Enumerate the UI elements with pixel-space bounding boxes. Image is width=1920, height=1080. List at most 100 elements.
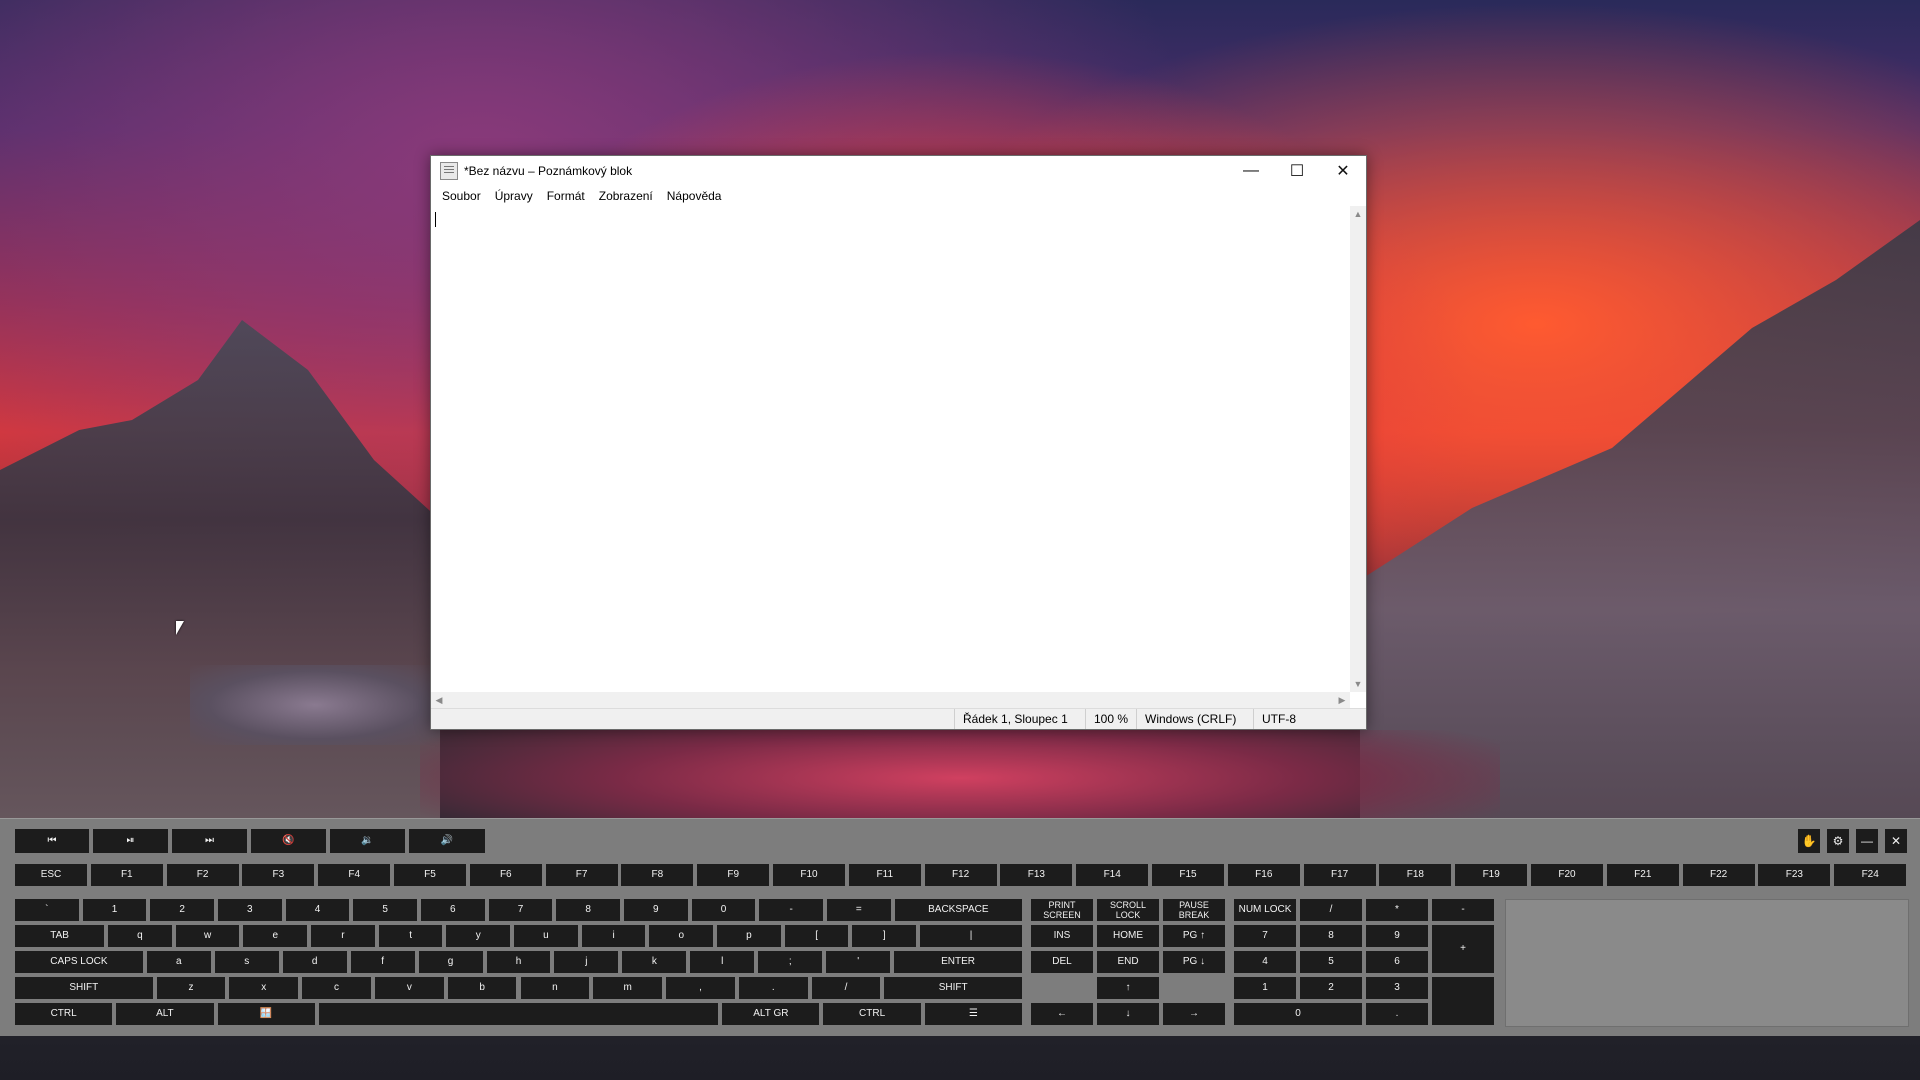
numpad-7-key[interactable]: 7: [1234, 925, 1296, 947]
key-i[interactable]: i: [581, 925, 646, 947]
menu-help[interactable]: Nápověda: [660, 189, 729, 203]
left-ctrl-key[interactable]: CTRL: [15, 1003, 113, 1025]
volume-up-key[interactable]: 🔊: [409, 829, 485, 853]
arrow-right-key[interactable]: →: [1163, 1003, 1225, 1025]
numpad-minus-key[interactable]: -: [1432, 899, 1494, 921]
slash-key[interactable]: /: [811, 977, 881, 999]
alt-gr-key[interactable]: ALT GR: [722, 1003, 820, 1025]
function-key-f24[interactable]: F24: [1834, 864, 1907, 886]
numpad-1-key[interactable]: 1: [1234, 977, 1296, 999]
key-a[interactable]: a: [146, 951, 211, 973]
function-key-f10[interactable]: F10: [773, 864, 845, 886]
function-key-f8[interactable]: F8: [621, 864, 694, 886]
page-down-key[interactable]: PG ↓: [1163, 951, 1225, 973]
numpad-4-key[interactable]: 4: [1234, 951, 1296, 973]
left-bracket-key[interactable]: [: [784, 925, 849, 947]
key-s[interactable]: s: [214, 951, 279, 973]
numpad-5-key[interactable]: 5: [1300, 951, 1362, 973]
numpad-decimal-key[interactable]: .: [1366, 1003, 1428, 1025]
numpad-plus-key[interactable]: +: [1432, 925, 1494, 973]
key-7[interactable]: 7: [488, 899, 553, 921]
numpad-divide-key[interactable]: /: [1300, 899, 1362, 921]
tab-key[interactable]: TAB: [15, 925, 105, 947]
title-bar[interactable]: *Bez názvu – Poznámkový blok — ☐ ✕: [431, 156, 1366, 186]
key-z[interactable]: z: [156, 977, 226, 999]
function-key-f12[interactable]: F12: [924, 864, 997, 886]
numpad-multiply-key[interactable]: *: [1366, 899, 1428, 921]
function-key-f2[interactable]: F2: [166, 864, 239, 886]
key-e[interactable]: e: [243, 925, 308, 947]
arrow-down-key[interactable]: ↓: [1097, 1003, 1159, 1025]
maximize-button[interactable]: ☐: [1274, 156, 1320, 186]
period-key[interactable]: .: [738, 977, 808, 999]
media-play-pause-key[interactable]: ⏯: [93, 829, 168, 853]
volume-down-key[interactable]: 🔉: [330, 829, 405, 853]
function-key-f4[interactable]: F4: [318, 864, 391, 886]
hand-icon[interactable]: ✋: [1798, 829, 1820, 853]
function-key-f16[interactable]: F16: [1227, 864, 1300, 886]
key-k[interactable]: k: [622, 951, 687, 973]
right-bracket-key[interactable]: ]: [852, 925, 917, 947]
caps-lock-key[interactable]: CAPS LOCK: [15, 951, 143, 973]
key-p[interactable]: p: [717, 925, 781, 947]
key-y[interactable]: y: [446, 925, 511, 947]
key-u[interactable]: u: [514, 925, 578, 947]
key-1[interactable]: 1: [82, 899, 147, 921]
function-key-f3[interactable]: F3: [242, 864, 315, 886]
left-shift-key[interactable]: SHIFT: [15, 977, 153, 999]
escape-key[interactable]: ESC: [15, 864, 87, 886]
function-key-f5[interactable]: F5: [394, 864, 466, 886]
function-key-f1[interactable]: F1: [90, 864, 163, 886]
notepad-window[interactable]: *Bez názvu – Poznámkový blok — ☐ ✕ Soubo…: [430, 155, 1367, 730]
key-5[interactable]: 5: [353, 899, 417, 921]
keyboard-minimize-icon[interactable]: —: [1856, 829, 1878, 853]
menu-view[interactable]: Zobrazení: [592, 189, 660, 203]
minimize-button[interactable]: —: [1228, 156, 1274, 186]
key-j[interactable]: j: [554, 951, 619, 973]
function-key-f20[interactable]: F20: [1531, 864, 1603, 886]
page-up-key[interactable]: PG ↑: [1163, 925, 1225, 947]
function-key-f13[interactable]: F13: [1000, 864, 1073, 886]
key-2[interactable]: 2: [150, 899, 214, 921]
menu-file[interactable]: Soubor: [435, 189, 488, 203]
spacebar-key[interactable]: [318, 1003, 719, 1025]
numpad-6-key[interactable]: 6: [1366, 951, 1428, 973]
semicolon-key[interactable]: ;: [758, 951, 823, 973]
function-key-f11[interactable]: F11: [848, 864, 921, 886]
scroll-lock-key[interactable]: SCROLL LOCK: [1097, 899, 1159, 921]
end-key[interactable]: END: [1097, 951, 1159, 973]
key-w[interactable]: w: [175, 925, 240, 947]
numpad-8-key[interactable]: 8: [1300, 925, 1362, 947]
settings-icon[interactable]: ⚙: [1827, 829, 1849, 853]
pipe-key[interactable]: |: [920, 925, 1022, 947]
scroll-up-icon[interactable]: ▲: [1350, 206, 1366, 222]
print-screen-key[interactable]: PRINT SCREEN: [1031, 899, 1093, 921]
scroll-left-icon[interactable]: ◀: [431, 692, 447, 709]
pause-break-key[interactable]: PAUSE BREAK: [1163, 899, 1225, 921]
insert-key[interactable]: INS: [1031, 925, 1093, 947]
key-l[interactable]: l: [690, 951, 755, 973]
scroll-right-icon[interactable]: ▶: [1334, 692, 1350, 709]
context-menu-key[interactable]: ☰: [924, 1003, 1022, 1025]
backtick-key[interactable]: `: [15, 899, 79, 921]
equals-key[interactable]: =: [827, 899, 891, 921]
menu-format[interactable]: Formát: [540, 189, 592, 203]
function-key-f21[interactable]: F21: [1606, 864, 1679, 886]
function-key-f19[interactable]: F19: [1455, 864, 1528, 886]
horizontal-scrollbar[interactable]: ◀ ▶: [431, 692, 1350, 709]
media-prev-key[interactable]: ⏮: [15, 829, 89, 853]
key-v[interactable]: v: [374, 977, 444, 999]
arrow-up-key[interactable]: ↑: [1097, 977, 1159, 999]
key-o[interactable]: o: [649, 925, 714, 947]
key-c[interactable]: c: [302, 977, 371, 999]
key-d[interactable]: d: [282, 951, 347, 973]
numpad-9-key[interactable]: 9: [1366, 925, 1428, 947]
numpad-0-key[interactable]: 0: [1234, 1003, 1362, 1025]
key-0[interactable]: 0: [691, 899, 756, 921]
minus-key[interactable]: -: [759, 899, 823, 921]
media-next-key[interactable]: ⏭: [172, 829, 247, 853]
key-b[interactable]: b: [447, 977, 517, 999]
menu-edit[interactable]: Úpravy: [488, 189, 540, 203]
arrow-left-key[interactable]: ←: [1031, 1003, 1093, 1025]
function-key-f22[interactable]: F22: [1682, 864, 1755, 886]
